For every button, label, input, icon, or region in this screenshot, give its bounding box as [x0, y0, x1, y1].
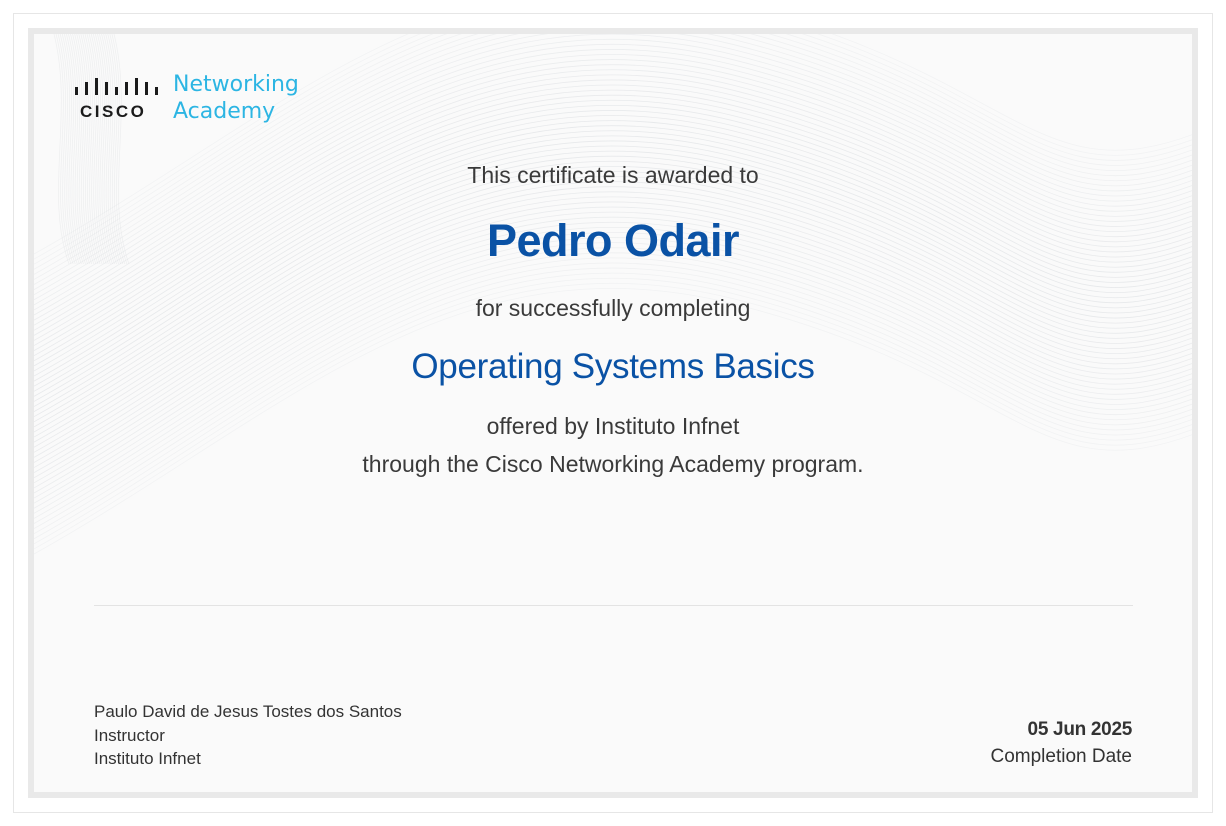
completing-text: for successfully completing [475, 295, 751, 321]
program-text: through the Cisco Networking Academy pro… [362, 451, 864, 477]
offered-by-text: offered by Instituto Infnet [486, 413, 740, 439]
logo-networking-text: Networking [173, 72, 299, 97]
certificate-page: CISCO Networking Academy This certificat… [0, 0, 1226, 826]
signatory-name: Paulo David de Jesus Tostes dos Santos [94, 702, 402, 721]
cisco-networking-academy-logo: CISCO Networking Academy [74, 72, 314, 132]
signature-divider [94, 605, 1133, 606]
awarded-to-text: This certificate is awarded to [467, 162, 759, 188]
logo-academy-text: Academy [173, 99, 276, 124]
cisco-wordmark: CISCO [80, 102, 147, 121]
signatory-role: Instructor [94, 726, 165, 745]
completion-date: 05 Jun 2025 [1027, 719, 1133, 740]
signatory-organization: Instituto Infnet [94, 749, 201, 768]
completion-date-label: Completion Date [990, 746, 1132, 767]
course-title: Operating Systems Basics [411, 347, 815, 386]
recipient-name: Pedro Odair [486, 215, 740, 266]
